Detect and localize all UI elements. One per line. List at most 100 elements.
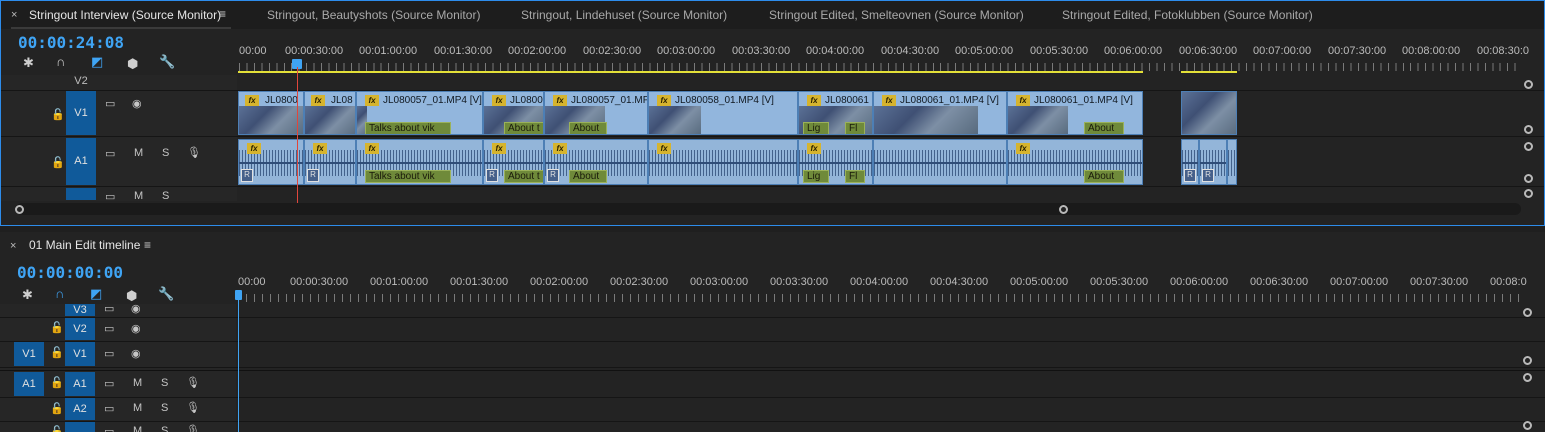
eye-icon[interactable]: ◉: [132, 97, 142, 110]
mute-button[interactable]: M: [134, 190, 143, 202]
track-label-a1[interactable]: A1: [66, 138, 96, 185]
audio-clip[interactable]: [1227, 139, 1237, 185]
audio-clip[interactable]: fx Talks about vik: [356, 139, 483, 185]
tab-stringout-smelteovnen[interactable]: Stringout Edited, Smelteovnen (Source Mo…: [769, 8, 1024, 22]
solo-button[interactable]: S: [161, 377, 168, 389]
audio-clip[interactable]: fx: [648, 139, 798, 185]
film-icon[interactable]: ▭: [105, 97, 115, 110]
eye-icon[interactable]: ◉: [131, 322, 141, 335]
lock-icon[interactable]: 🔓: [50, 402, 64, 415]
track-height-handle[interactable]: [1524, 174, 1533, 183]
track-height-handle[interactable]: [1524, 125, 1533, 134]
clip-marker[interactable]: Fl: [845, 122, 865, 134]
track-height-handle[interactable]: [1523, 308, 1532, 317]
fx-badge[interactable]: fx: [657, 143, 671, 154]
video-clip[interactable]: fx JL080057_01.MP4 [V] Talks about vik: [356, 91, 483, 135]
clip-marker[interactable]: Talks about vik: [365, 170, 451, 183]
lock-icon[interactable]: 🔓: [51, 108, 65, 121]
source-patch-v1[interactable]: V1: [14, 342, 44, 366]
mic-icon[interactable]: 🎙: [187, 146, 201, 159]
video-clip[interactable]: fx JL0800 About t: [483, 91, 544, 135]
audio-clip[interactable]: fx R About t: [483, 139, 544, 185]
source-patch-a1[interactable]: A1: [14, 372, 44, 396]
eye-icon[interactable]: ◉: [131, 302, 141, 315]
solo-button[interactable]: S: [162, 147, 169, 159]
close-icon[interactable]: ×: [11, 9, 17, 21]
mute-button[interactable]: M: [134, 147, 143, 159]
fx-badge[interactable]: fx: [365, 95, 379, 106]
fx-badge[interactable]: fx: [553, 95, 567, 106]
track-height-handle[interactable]: [1524, 142, 1533, 151]
track-label-v2[interactable]: V2: [65, 318, 95, 340]
track-height-handle[interactable]: [1523, 421, 1532, 430]
menu-icon[interactable]: ≡: [144, 238, 151, 252]
solo-button[interactable]: S: [161, 402, 168, 414]
tab-stringout-interview[interactable]: Stringout Interview (Source Monitor): [29, 8, 221, 22]
video-clip[interactable]: fx JL080061_01.MP4 [V]: [873, 91, 1007, 135]
track-label-v1[interactable]: V1: [65, 342, 95, 366]
mic-icon[interactable]: 🎙: [186, 424, 200, 432]
track-height-handle[interactable]: [1523, 373, 1532, 382]
track-label-a2-partial[interactable]: [66, 188, 96, 200]
video-clip[interactable]: fx JL080061_01.MP4 [V] About: [1007, 91, 1143, 135]
tab-stringout-lindehuset[interactable]: Stringout, Lindehuset (Source Monitor): [521, 8, 727, 22]
lock-icon[interactable]: 🔓: [50, 425, 64, 432]
film-icon[interactable]: ▭: [104, 322, 114, 335]
clip-marker[interactable]: About: [569, 170, 607, 183]
track-label-v3[interactable]: V3: [65, 304, 95, 316]
fx-badge[interactable]: fx: [553, 143, 567, 154]
video-clip[interactable]: fx JL08: [304, 91, 356, 135]
clip-marker[interactable]: About: [1084, 122, 1124, 134]
track-label-v2[interactable]: V2: [66, 75, 96, 89]
clip-marker[interactable]: Talks about vik: [365, 122, 451, 134]
wrench-icon[interactable]: 🔧: [159, 54, 175, 70]
audio-clip[interactable]: [873, 139, 1007, 185]
track-label-a2[interactable]: A2: [65, 398, 95, 420]
clip-marker[interactable]: Lig: [803, 170, 829, 183]
tab-stringout-beautyshots[interactable]: Stringout, Beautyshots (Source Monitor): [267, 8, 480, 22]
film-icon[interactable]: ▭: [104, 402, 114, 415]
mute-button[interactable]: M: [133, 425, 142, 432]
clip-marker[interactable]: About: [1084, 170, 1124, 183]
wrench-icon[interactable]: 🔧: [158, 286, 174, 302]
playhead-line[interactable]: [297, 67, 298, 203]
track-label-v1[interactable]: V1: [66, 91, 96, 135]
film-icon[interactable]: ▭: [104, 377, 114, 390]
tab-stringout-fotoklubben[interactable]: Stringout Edited, Fotoklubben (Source Mo…: [1062, 8, 1313, 22]
fx-badge[interactable]: fx: [365, 143, 379, 154]
audio-clip[interactable]: fx R About: [544, 139, 648, 185]
add-marker-icon[interactable]: ◩: [91, 54, 103, 70]
mute-button[interactable]: M: [133, 377, 142, 389]
clip-marker[interactable]: Fl: [845, 170, 865, 183]
lock-icon[interactable]: 🔓: [50, 376, 64, 389]
audio-clip[interactable]: R: [1181, 139, 1199, 185]
linked-selection-icon[interactable]: ∩: [56, 54, 65, 69]
track-height-handle[interactable]: [1524, 80, 1533, 89]
lock-icon[interactable]: 🔓: [50, 321, 64, 334]
audio-clip[interactable]: fx R: [238, 139, 304, 185]
main-timecode[interactable]: 00:00:00:00: [17, 263, 123, 282]
solo-button[interactable]: S: [162, 190, 169, 202]
fx-badge[interactable]: fx: [492, 95, 506, 106]
fx-badge[interactable]: fx: [311, 95, 325, 106]
film-icon[interactable]: ▭: [104, 425, 114, 432]
clip-marker[interactable]: About: [569, 122, 607, 134]
fx-badge[interactable]: fx: [247, 143, 261, 154]
fx-badge[interactable]: fx: [245, 95, 259, 106]
video-clip[interactable]: fx JL080058_01.MP4 [V]: [648, 91, 798, 135]
fx-badge[interactable]: fx: [807, 143, 821, 154]
linked-selection-icon[interactable]: ∩: [55, 286, 64, 301]
solo-button[interactable]: S: [161, 425, 168, 432]
scroll-zoom-handle-left[interactable]: [15, 205, 24, 214]
fx-badge[interactable]: fx: [807, 95, 821, 106]
clip-marker[interactable]: Lig: [803, 122, 829, 134]
lock-icon[interactable]: 🔓: [50, 346, 64, 359]
video-clip[interactable]: [1181, 91, 1237, 135]
clip-marker[interactable]: About t: [504, 170, 543, 183]
fx-badge[interactable]: fx: [1016, 95, 1030, 106]
fx-badge[interactable]: fx: [657, 95, 671, 106]
film-icon[interactable]: ▭: [104, 347, 114, 360]
marker-icon[interactable]: ⬢: [127, 56, 138, 72]
track-label-a1[interactable]: A1: [65, 372, 95, 396]
scroll-zoom-handle-right[interactable]: [1059, 205, 1068, 214]
